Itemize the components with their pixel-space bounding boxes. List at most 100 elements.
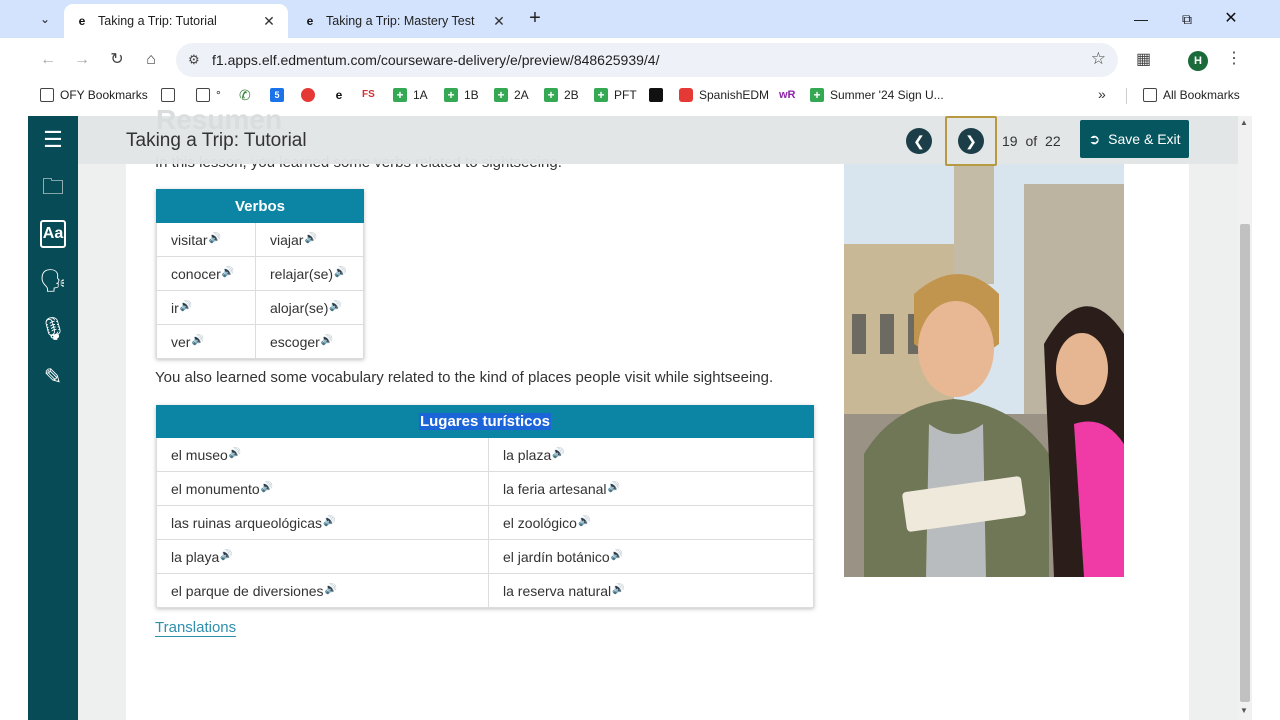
- bookmark-star-icon[interactable]: ☆: [1091, 49, 1106, 69]
- speaker-icon[interactable]: 🔊: [222, 267, 234, 278]
- speaker-icon[interactable]: 🔊: [612, 584, 624, 595]
- vocab-cell[interactable]: el museo🔊: [156, 437, 489, 472]
- folder-icon[interactable]: 🗀: [38, 172, 68, 202]
- folder-icon: [1143, 88, 1157, 102]
- minimize-icon[interactable]: —: [1118, 6, 1164, 32]
- home-icon[interactable]: ⌂: [139, 48, 163, 72]
- extensions-puzzle-icon[interactable]: ▦: [1136, 49, 1151, 69]
- table-row: las ruinas arqueológicas🔊 el zoológico🔊: [156, 505, 814, 540]
- vocab-cell[interactable]: la playa🔊: [156, 539, 489, 574]
- bookmark-pft[interactable]: + PFT: [594, 88, 637, 102]
- site-info-icon[interactable]: ⚙: [188, 52, 200, 68]
- bookmark-edmentum[interactable]: e: [332, 88, 352, 102]
- bookmark-2b[interactable]: + 2B: [544, 88, 579, 102]
- close-window-icon[interactable]: ✕: [1208, 6, 1254, 32]
- bookmark-fs[interactable]: FS: [362, 88, 384, 102]
- bookmark-1b[interactable]: + 1B: [444, 88, 479, 102]
- plus-green-icon: +: [594, 88, 608, 102]
- bookmark-phone[interactable]: ✆: [239, 88, 259, 102]
- plus-green-icon: +: [393, 88, 407, 102]
- vocab-cell[interactable]: el jardín botánico🔊: [488, 539, 814, 574]
- speaker-icon[interactable]: 🔊: [611, 550, 623, 561]
- bookmark-1a[interactable]: + 1A: [393, 88, 428, 102]
- speaker-icon[interactable]: 🔊: [608, 482, 620, 493]
- back-arrow-icon[interactable]: ←: [36, 48, 60, 72]
- vocab-cell[interactable]: alojar(se)🔊: [255, 290, 364, 325]
- highlighter-icon[interactable]: ✎: [38, 362, 68, 392]
- url-text[interactable]: f1.apps.elf.edmentum.com/courseware-deli…: [212, 52, 659, 68]
- vocab-cell[interactable]: la reserva natural🔊: [488, 573, 814, 608]
- bookmark-ofy[interactable]: OFY Bookmarks: [40, 88, 148, 102]
- vocab-cell[interactable]: relajar(se)🔊: [255, 256, 364, 291]
- previous-page-button[interactable]: ❮: [906, 128, 932, 154]
- vocab-cell[interactable]: escoger🔊: [255, 324, 364, 359]
- speaker-icon[interactable]: 🔊: [323, 516, 335, 527]
- speaker-icon[interactable]: 🔊: [180, 301, 192, 312]
- bookmark-2a[interactable]: + 2A: [494, 88, 529, 102]
- forward-arrow-icon[interactable]: →: [70, 48, 94, 72]
- scroll-up-arrow-icon[interactable]: ▲: [1240, 118, 1248, 127]
- vocab-cell[interactable]: el parque de diversiones🔊: [156, 573, 489, 608]
- youtube-icon: [679, 88, 693, 102]
- bookmark-folder-2[interactable]: °: [196, 88, 221, 102]
- speaker-icon[interactable]: 🔊: [304, 233, 316, 244]
- speaker-icon[interactable]: 🔊: [321, 335, 333, 346]
- restore-icon[interactable]: ⧉: [1164, 6, 1210, 32]
- bookmark-black[interactable]: [649, 88, 669, 102]
- vocab-cell[interactable]: ver🔊: [156, 324, 256, 359]
- next-page-button[interactable]: ❯: [958, 128, 984, 154]
- folder-icon: [161, 88, 175, 102]
- profile-avatar[interactable]: H: [1188, 51, 1208, 71]
- speech-icon[interactable]: 🗣: [38, 266, 68, 296]
- vocab-cell[interactable]: la feria artesanal🔊: [488, 471, 814, 506]
- bookmark-folder-1[interactable]: [161, 88, 181, 102]
- close-tab-icon[interactable]: ✕: [260, 13, 278, 30]
- table-row: ir🔊 alojar(se)🔊: [156, 290, 364, 325]
- vocab-cell[interactable]: ir🔊: [156, 290, 256, 325]
- bookmark-wr[interactable]: wR: [779, 88, 803, 102]
- calendar-icon: 5: [270, 88, 284, 102]
- speaker-icon[interactable]: 🔊: [261, 482, 273, 493]
- tab-tutorial[interactable]: e Taking a Trip: Tutorial ✕: [64, 4, 288, 38]
- speaker-icon[interactable]: 🔊: [334, 267, 346, 278]
- speaker-icon[interactable]: 🔊: [329, 301, 341, 312]
- browser-menu-icon[interactable]: ⋮: [1226, 48, 1242, 68]
- microphone-icon[interactable]: 🎙: [38, 314, 68, 344]
- bookmark-apple[interactable]: [301, 88, 321, 102]
- page-scrollbar[interactable]: ▲ ▼: [1238, 116, 1252, 720]
- speaker-icon[interactable]: 🔊: [578, 516, 590, 527]
- bookmark-calendar[interactable]: 5: [270, 88, 290, 102]
- vocab-cell[interactable]: el monumento🔊: [156, 471, 489, 506]
- save-exit-button[interactable]: ➲ Save & Exit: [1080, 120, 1189, 158]
- vocab-cell[interactable]: la plaza🔊: [488, 437, 814, 472]
- list-icon[interactable]: ☰: [38, 125, 68, 155]
- bookmark-summer[interactable]: + Summer '24 Sign U...: [810, 88, 944, 102]
- scroll-down-arrow-icon[interactable]: ▼: [1240, 706, 1248, 715]
- speaker-icon[interactable]: 🔊: [220, 550, 232, 561]
- vocab-cell[interactable]: visitar🔊: [156, 222, 256, 257]
- vocab-cell[interactable]: conocer🔊: [156, 256, 256, 291]
- dictionary-icon[interactable]: Aa: [40, 220, 66, 248]
- browser-toolbar: ← → ↻ ⌂ ⚙ f1.apps.elf.edmentum.com/cours…: [0, 38, 1280, 82]
- close-tab-icon[interactable]: ✕: [490, 13, 508, 30]
- translations-link[interactable]: Translations: [155, 619, 236, 636]
- bookmark-spanishedm[interactable]: SpanishEDM: [679, 88, 769, 102]
- vocab-cell[interactable]: las ruinas arqueológicas🔊: [156, 505, 489, 540]
- speaker-icon[interactable]: 🔊: [552, 448, 564, 459]
- vocab-cell[interactable]: viajar🔊: [255, 222, 364, 257]
- table-row: visitar🔊 viajar🔊: [156, 222, 364, 257]
- current-page: 19: [1002, 133, 1018, 149]
- tab-search-chevron-icon[interactable]: ⌄: [32, 7, 58, 31]
- speaker-icon[interactable]: 🔊: [209, 233, 221, 244]
- more-bookmarks-chevron-icon[interactable]: »: [1098, 86, 1106, 102]
- speaker-icon[interactable]: 🔊: [325, 584, 337, 595]
- all-bookmarks[interactable]: All Bookmarks: [1143, 88, 1240, 102]
- address-bar[interactable]: ⚙ f1.apps.elf.edmentum.com/courseware-de…: [176, 43, 1118, 77]
- reload-icon[interactable]: ↻: [105, 48, 129, 72]
- tab-mastery-test[interactable]: e Taking a Trip: Mastery Test ✕: [292, 4, 518, 38]
- speaker-icon[interactable]: 🔊: [229, 448, 241, 459]
- speaker-icon[interactable]: 🔊: [191, 335, 203, 346]
- vocab-cell[interactable]: el zoológico🔊: [488, 505, 814, 540]
- new-tab-plus-icon[interactable]: +: [524, 8, 546, 30]
- scroll-thumb[interactable]: [1240, 224, 1250, 702]
